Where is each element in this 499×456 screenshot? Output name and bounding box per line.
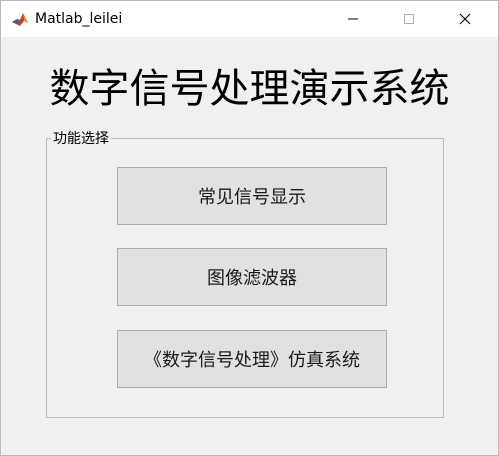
matlab-icon[interactable] xyxy=(11,10,29,28)
main-title: 数字信号处理演示系统 xyxy=(49,66,450,112)
maximize-button[interactable] xyxy=(386,1,432,37)
maximize-icon xyxy=(404,14,414,24)
close-button[interactable] xyxy=(442,1,488,37)
minimize-button[interactable] xyxy=(330,1,376,37)
group-label: 功能选择 xyxy=(51,130,111,148)
app-window: Matlab_leilei 数字信号处理演示系统 功能选择 常见信号显示 图像滤… xyxy=(0,0,499,456)
window-title: Matlab_leilei xyxy=(35,11,123,27)
dsp-simulation-system-button[interactable]: 《数字信号处理》仿真系统 xyxy=(117,330,387,388)
minimize-icon xyxy=(348,18,358,20)
title-bar[interactable]: Matlab_leilei xyxy=(1,1,498,37)
common-signal-display-button[interactable]: 常见信号显示 xyxy=(117,167,387,225)
close-icon xyxy=(459,13,471,25)
image-filter-button[interactable]: 图像滤波器 xyxy=(117,248,387,306)
